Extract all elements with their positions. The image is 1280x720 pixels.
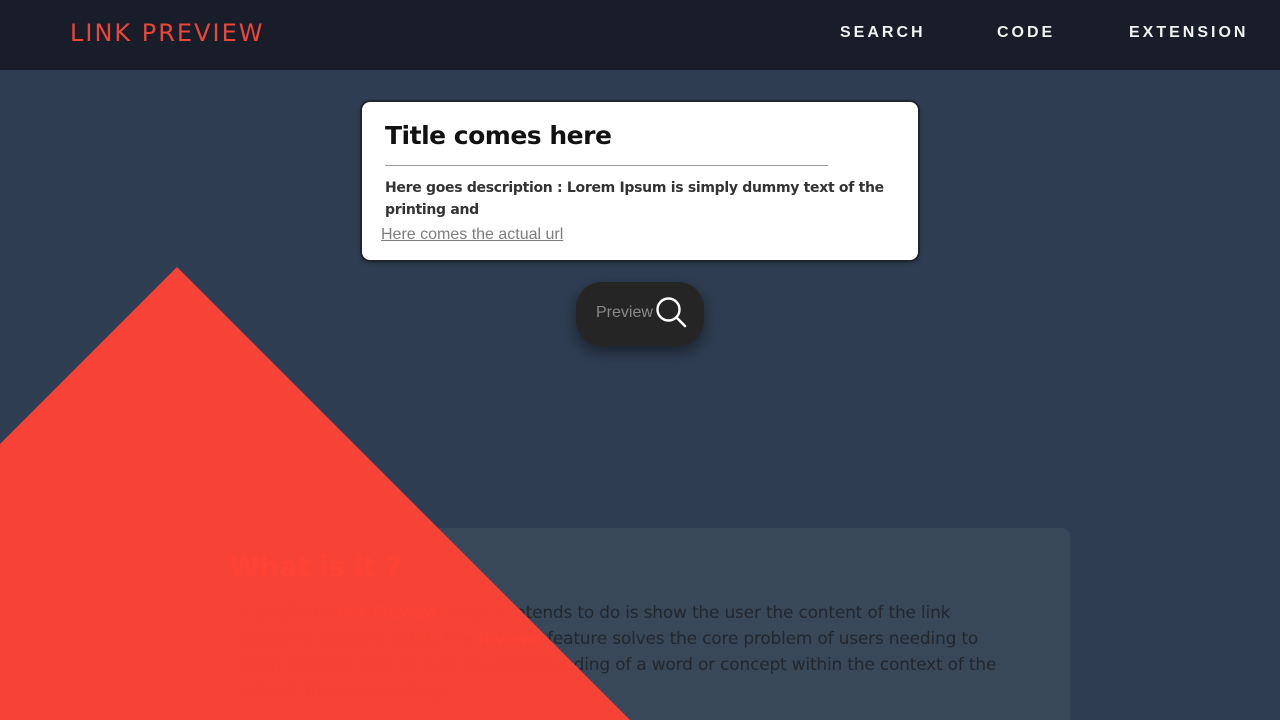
brand-logo-link[interactable]: LINK PREVIEW xyxy=(70,19,264,47)
click-emphasis: click. xyxy=(393,629,443,649)
nav-link-code[interactable]: CODE xyxy=(997,24,1055,42)
about-text-middle-2: The xyxy=(441,629,479,649)
title-divider xyxy=(385,165,828,166)
preview-url-link[interactable]: Here comes the actual url xyxy=(381,226,563,244)
link-preview-highlight: link Preview xyxy=(338,603,438,623)
preview-title: Title comes here xyxy=(385,121,612,150)
nav-link-extension[interactable]: EXTENSION xyxy=(1129,24,1248,42)
preview-description: Here goes description : Lorem Ipsum is s… xyxy=(385,180,884,218)
about-paragraph: It's called a link Preview, what it inte… xyxy=(239,600,999,704)
link-preview-card: Title comes here Here goes description :… xyxy=(362,102,918,260)
about-heading: What is it ? xyxy=(229,550,401,583)
preview-button-label: Preview xyxy=(596,304,653,321)
reviews-highlight: reviews xyxy=(478,629,542,649)
preview-button[interactable]: Preview xyxy=(576,282,704,346)
about-section: What is it ? It's called a link Preview,… xyxy=(210,528,1070,720)
top-navbar: LINK PREVIEW SEARCH CODE EXTENSION xyxy=(0,0,1280,70)
search-icon xyxy=(656,297,687,328)
about-text-prefix: It's called a xyxy=(239,603,339,623)
nav-link-search[interactable]: SEARCH xyxy=(840,24,926,42)
